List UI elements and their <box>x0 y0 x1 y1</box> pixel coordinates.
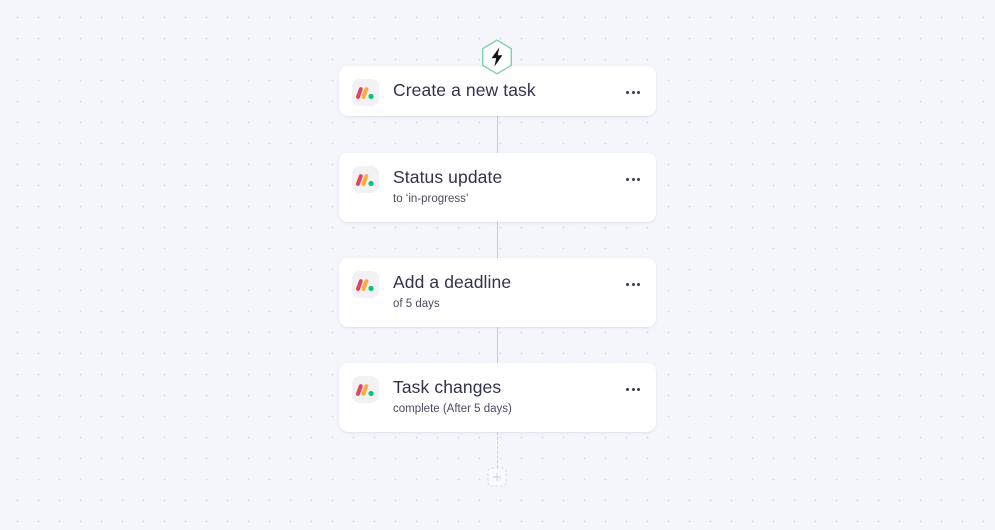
connector-2 <box>497 222 498 258</box>
menu-dot <box>637 282 640 286</box>
menu-dot <box>631 282 635 286</box>
step-title: Status update <box>393 167 503 187</box>
menu-dot <box>626 90 629 94</box>
ellipsis-horizontal-icon[interactable] <box>622 81 644 103</box>
monday-logo-icon <box>352 271 379 298</box>
menu-dot <box>631 177 635 181</box>
step-title: Create a new task <box>393 80 536 100</box>
workflow-step-card[interactable]: Add a deadline of 5 days <box>339 258 656 327</box>
menu-dot <box>631 90 635 94</box>
step-subtitle: complete (After 5 days) <box>393 403 512 415</box>
menu-dot <box>637 177 640 181</box>
menu-dot <box>626 282 629 286</box>
step-subtitle: to ‘in-progress’ <box>393 193 469 205</box>
connector-1 <box>497 116 498 153</box>
menu-dot <box>626 177 629 181</box>
workflow-canvas: Create a new task Status update to ‘in-p… <box>0 0 995 530</box>
monday-logo-icon <box>352 166 379 193</box>
monday-logo-icon <box>352 376 379 403</box>
workflow-step-card[interactable]: Task changes complete (After 5 days) <box>339 363 656 432</box>
ellipsis-horizontal-icon[interactable] <box>622 168 644 190</box>
connector-4-dashed <box>497 432 498 468</box>
step-title: Task changes <box>393 377 502 397</box>
menu-dot <box>637 90 640 94</box>
connector-3 <box>497 327 498 363</box>
trigger-hexagon-badge[interactable] <box>481 39 513 75</box>
menu-dot <box>626 387 629 391</box>
ellipsis-horizontal-icon[interactable] <box>622 273 644 295</box>
monday-logo-icon <box>352 79 379 106</box>
step-text: Task changes complete (After 5 days) <box>379 375 622 417</box>
step-text: Add a deadline of 5 days <box>379 270 622 312</box>
workflow-step-card[interactable]: Status update to ‘in-progress’ <box>339 153 656 222</box>
step-text: Create a new task <box>379 78 622 103</box>
plus-icon <box>493 473 501 481</box>
add-step-button[interactable] <box>487 467 507 487</box>
step-subtitle: of 5 days <box>393 298 440 310</box>
menu-dot <box>637 387 640 391</box>
ellipsis-horizontal-icon[interactable] <box>622 378 644 400</box>
menu-dot <box>631 387 635 391</box>
step-text: Status update to ‘in-progress’ <box>379 165 622 207</box>
step-title: Add a deadline <box>393 272 512 292</box>
